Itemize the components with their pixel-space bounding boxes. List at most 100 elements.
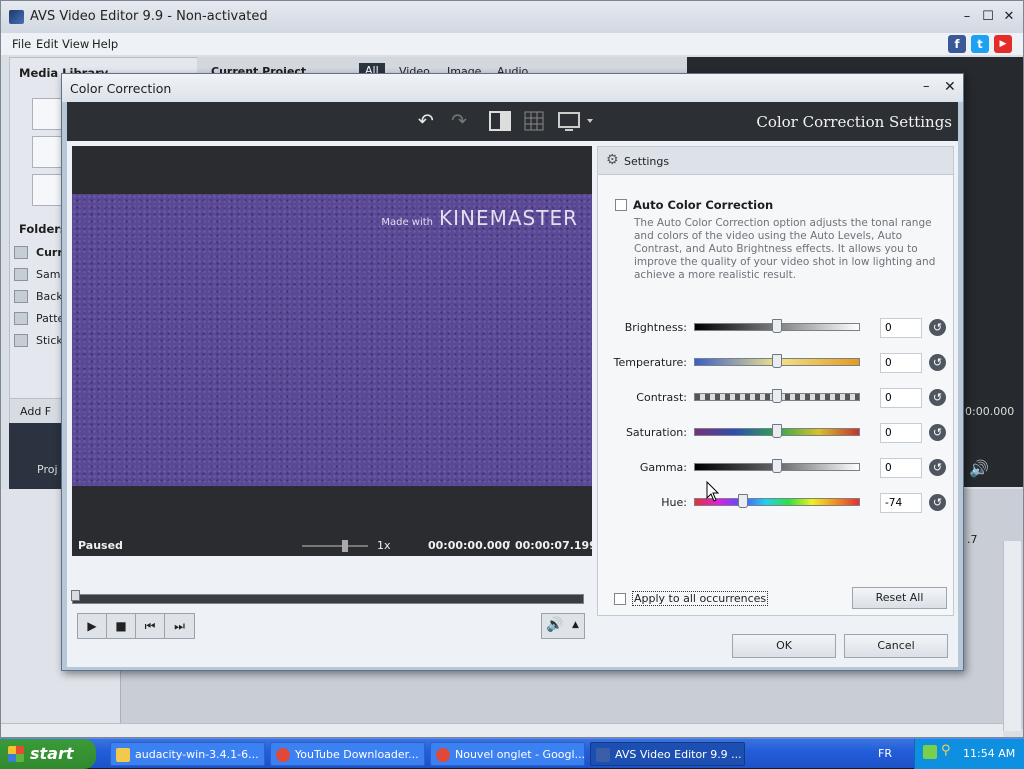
saturation-reset-icon[interactable]: ↺ — [929, 424, 946, 441]
horizontal-scrollbar[interactable] — [1, 723, 1003, 737]
hue-value-field[interactable] — [880, 493, 922, 513]
volume-icon[interactable]: 🔊 — [546, 617, 563, 633]
avs-icon — [596, 748, 610, 762]
gamma-slider[interactable] — [694, 459, 860, 473]
preview-status-bar: Paused 1x 00:00:00.000 / 00:00:07.199 — [72, 536, 597, 556]
brightness-slider-thumb[interactable] — [772, 319, 782, 333]
display-mode-icon[interactable] — [557, 110, 597, 132]
hue-slider-thumb[interactable] — [738, 494, 749, 508]
gamma-slider-thumb[interactable] — [772, 459, 782, 473]
previous-frame-button[interactable]: ⏮ — [136, 614, 165, 638]
settings-panel: ⚙ Settings Auto Color Correction The Aut… — [597, 146, 954, 616]
dialog-minimize-icon[interactable]: – — [923, 79, 930, 94]
redo-icon[interactable]: ↷ — [447, 110, 471, 132]
temperature-value-field[interactable] — [880, 353, 922, 373]
taskbar-item-active[interactable]: AVS Video Editor 9.9 ... — [590, 742, 745, 766]
seek-bar[interactable] — [71, 590, 584, 604]
contrast-label: Contrast: — [636, 391, 687, 404]
folder-icon — [116, 748, 130, 762]
play-button[interactable]: ▶ — [78, 614, 107, 638]
menu-bar: File Edit View Help f t ▶ — [1, 33, 1023, 55]
contrast-slider[interactable] — [694, 389, 860, 403]
vertical-scrollbar[interactable] — [1003, 541, 1021, 731]
timeline-tick: .7 — [967, 533, 978, 546]
speaker-icon[interactable]: 🔊 — [969, 459, 989, 478]
language-indicator[interactable]: FR — [878, 747, 892, 760]
chrome-icon — [436, 748, 450, 762]
dialog-title-bar: Color Correction – ✕ — [62, 74, 963, 102]
menu-view[interactable]: View — [62, 37, 89, 51]
app-title: AVS Video Editor 9.9 - Non-activated — [30, 9, 268, 24]
brightness-value-field[interactable] — [880, 318, 922, 338]
menu-edit[interactable]: Edit — [36, 37, 58, 51]
cancel-button[interactable]: Cancel — [844, 634, 948, 658]
folder-icon — [14, 290, 28, 303]
taskbar-item[interactable]: YouTube Downloader... — [270, 742, 425, 766]
temperature-slider[interactable] — [694, 354, 860, 368]
gamma-value-field[interactable] — [880, 458, 922, 478]
seek-thumb[interactable] — [71, 590, 80, 601]
taskbar-item[interactable]: audacity-win-3.4.1-6... — [110, 742, 265, 766]
next-frame-button[interactable]: ⏭ — [165, 614, 194, 638]
network-icon[interactable] — [923, 745, 937, 759]
taskbar-item-label: Nouvel onglet - Googl... — [455, 748, 585, 761]
gear-icon: ⚙ — [606, 152, 619, 168]
taskbar-item[interactable]: Nouvel onglet - Googl... — [430, 742, 585, 766]
facebook-icon[interactable]: f — [948, 35, 966, 53]
twitter-icon[interactable]: t — [971, 35, 989, 53]
saturation-slider-thumb[interactable] — [772, 424, 782, 438]
video-noise-texture — [72, 194, 592, 486]
playback-speed: 1x — [377, 539, 391, 552]
close-icon[interactable]: ✕ — [1001, 9, 1017, 24]
slider-row-saturation: Saturation: ↺ — [598, 423, 953, 443]
apply-to-all-checkbox[interactable] — [614, 593, 626, 605]
reset-all-button[interactable]: Reset All — [852, 587, 947, 609]
search-icon[interactable]: ⚲ — [941, 743, 951, 758]
volume-control[interactable]: 🔊 ▲ — [541, 613, 585, 639]
start-button[interactable]: start — [0, 739, 96, 769]
gamma-reset-icon[interactable]: ↺ — [929, 459, 946, 476]
main-preview-time: 0:00.000 — [965, 405, 1015, 418]
project-button[interactable]: Proj — [9, 423, 67, 489]
youtube-icon[interactable]: ▶ — [994, 35, 1012, 53]
grid-icon[interactable] — [522, 110, 546, 132]
hue-reset-icon[interactable]: ↺ — [929, 494, 946, 511]
saturation-slider[interactable] — [694, 424, 860, 438]
speed-slider[interactable] — [302, 540, 368, 552]
time-separator: / — [506, 539, 511, 552]
volume-dropdown-icon[interactable]: ▲ — [572, 620, 579, 630]
slider-row-hue: Hue: ↺ — [598, 493, 953, 513]
video-frame: Made with KINEMASTER — [72, 194, 592, 486]
ok-button[interactable]: OK — [732, 634, 836, 658]
saturation-label: Saturation: — [625, 426, 687, 439]
speed-slider-thumb[interactable] — [342, 540, 348, 552]
hue-label: Hue: — [661, 496, 687, 509]
auto-color-correction-label: Auto Color Correction — [633, 198, 774, 212]
maximize-icon[interactable]: ☐ — [980, 9, 996, 24]
undo-icon[interactable]: ↶ — [414, 110, 438, 132]
brightness-slider[interactable] — [694, 319, 860, 333]
split-view-icon[interactable] — [488, 110, 512, 132]
auto-color-correction-checkbox[interactable] — [615, 199, 627, 211]
contrast-slider-thumb[interactable] — [772, 389, 782, 403]
stop-button[interactable]: ■ — [107, 614, 136, 638]
start-label: start — [30, 744, 74, 763]
folder-icon — [14, 334, 28, 347]
saturation-value-field[interactable] — [880, 423, 922, 443]
dialog-close-icon[interactable]: ✕ — [944, 79, 956, 95]
system-tray: ⚲ 11:54 AM — [914, 739, 1024, 769]
auto-color-correction-description: The Auto Color Correction option adjusts… — [634, 217, 936, 281]
watermark-brand-text: KINEMASTER — [439, 206, 578, 230]
minimize-icon[interactable]: – — [959, 9, 975, 24]
temperature-reset-icon[interactable]: ↺ — [929, 354, 946, 371]
taskbar-item-label: audacity-win-3.4.1-6... — [135, 748, 259, 761]
contrast-value-field[interactable] — [880, 388, 922, 408]
folder-icon — [14, 268, 28, 281]
brightness-reset-icon[interactable]: ↺ — [929, 319, 946, 336]
temperature-slider-thumb[interactable] — [772, 354, 782, 368]
apply-to-all-label[interactable]: Apply to all occurrences — [632, 591, 769, 606]
contrast-reset-icon[interactable]: ↺ — [929, 389, 946, 406]
menu-file[interactable]: File — [12, 37, 31, 51]
menu-help[interactable]: Help — [92, 37, 118, 51]
dialog-body: ↶ ↷ Color Correction Settings Made with K… — [67, 102, 958, 667]
